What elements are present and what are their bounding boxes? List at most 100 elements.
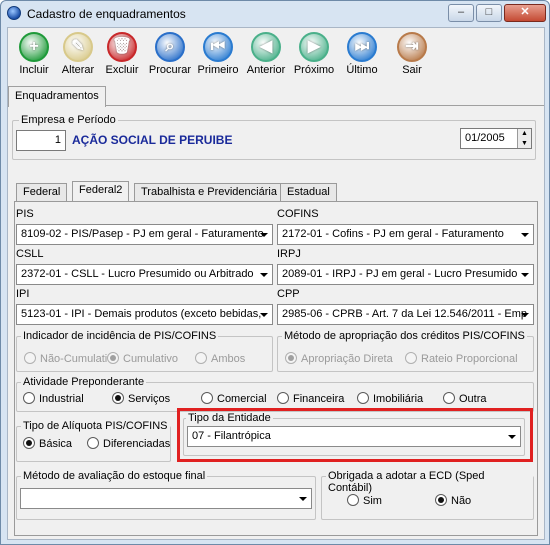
subtab-federal[interactable]: Federal [16, 183, 68, 202]
toolbar-button-6[interactable]: ▶ Próximo [292, 32, 336, 76]
toolbar-button-7[interactable]: ⏭ Último [340, 32, 384, 76]
federal2-panel: PIS 8109-02 - PIS/Pasep - PJ em geral - … [14, 201, 538, 536]
toolbar-button-0[interactable]: + Incluir [12, 32, 56, 76]
exit-door-icon-glyph: ⇥ [405, 38, 419, 55]
radio-button-icon[interactable] [405, 352, 417, 364]
enquadramentos-panel: Empresa e Período 1 AÇÃO SOCIAL DE PERUI… [8, 106, 544, 540]
entidade-label: Tipo da Entidade [186, 412, 273, 424]
toolbar-button-8[interactable]: ⇥ Sair [390, 32, 434, 76]
exit-door-icon[interactable]: ⇥ [397, 32, 427, 62]
radio-label: Ambos [211, 353, 246, 365]
plus-icon[interactable]: + [19, 32, 49, 62]
radio-label: Imobiliária [373, 393, 424, 405]
toolbar-button-3[interactable]: ⌕ Procurar [148, 32, 192, 76]
dropdown-arrow-icon [508, 435, 516, 439]
ecd-option-0[interactable]: Sim [347, 494, 382, 507]
dropdown-arrow-icon [260, 313, 268, 317]
aliquota-option-0[interactable]: Básica [23, 437, 72, 450]
dropdown-arrow-icon [521, 273, 529, 277]
indicador-option-2[interactable]: Ambos [195, 352, 245, 365]
toolbar-label: Incluir [19, 64, 49, 76]
maximize-button[interactable]: □ [476, 4, 502, 22]
title-bar[interactable]: Cadastro de enquadramentos – □ ✕ [1, 1, 549, 27]
spin-up-icon[interactable]: ▲ [518, 129, 531, 139]
irpj-select[interactable]: 2089-01 - IRPJ - PJ em geral - Lucro Pre… [277, 264, 534, 285]
atividade-option-5[interactable]: Outra [443, 392, 487, 405]
empresa-name: AÇÃO SOCIAL DE PERUIBE [72, 133, 233, 147]
federal-subtabs: Federal Federal2 Trabalhista e Previdenc… [14, 181, 538, 202]
indicador-option-0[interactable]: Não-Cumulativo [24, 352, 119, 365]
ipi-select[interactable]: 5123-01 - IPI - Demais produtos (exceto … [16, 304, 273, 325]
radio-button-icon[interactable] [357, 392, 369, 404]
radio-label: Outra [459, 393, 487, 405]
radio-button-icon[interactable] [285, 352, 297, 364]
aliquota-label: Tipo de Alíquota PIS/COFINS [21, 420, 170, 432]
cofins-select[interactable]: 2172-01 - Cofins - PJ em geral - Faturam… [277, 224, 534, 245]
apropriacao-label: Método de apropriação dos créditos PIS/C… [282, 330, 527, 342]
indicador-option-1[interactable]: Cumulativo [107, 352, 178, 365]
pis-select[interactable]: 8109-02 - PIS/Pasep - PJ em geral - Fatu… [16, 224, 273, 245]
metodo_apropriacao-option-0[interactable]: Apropriação Direta [285, 352, 393, 365]
ecd-option-1[interactable]: Não [435, 494, 471, 507]
subtab-federal2[interactable]: Federal2 [72, 181, 130, 202]
csll-label: CSLL [16, 248, 44, 260]
atividade-option-2[interactable]: Comercial [201, 392, 267, 405]
radio-button-icon[interactable] [277, 392, 289, 404]
client-area: + Incluir ✎ Alterar 🗑 Excluir ⌕ Procurar ⏮ Primei… [7, 27, 545, 540]
radio-button-icon[interactable] [347, 494, 359, 506]
radio-button-icon[interactable] [112, 392, 124, 404]
toolbar-button-5[interactable]: ◀ Anterior [244, 32, 288, 76]
dropdown-arrow-icon [521, 313, 529, 317]
atividade-option-1[interactable]: Serviços [112, 392, 170, 405]
radio-button-icon[interactable] [195, 352, 207, 364]
toolbar-button-1[interactable]: ✎ Alterar [56, 32, 100, 76]
atividade-option-4[interactable]: Imobiliária [357, 392, 423, 405]
trash-icon[interactable]: 🗑 [107, 32, 137, 62]
atividade-option-3[interactable]: Financeira [277, 392, 344, 405]
estoque-select[interactable] [20, 488, 312, 509]
pencil-icon[interactable]: ✎ [63, 32, 93, 62]
radio-label: Cumulativo [123, 353, 179, 365]
ecd-label: Obrigada a adotar a ECD (Sped Contábil) [326, 470, 533, 494]
empresa-periodo-label: Empresa e Período [19, 114, 118, 126]
period-spinner[interactable]: ▲ ▼ [517, 129, 531, 148]
radio-button-icon[interactable] [24, 352, 36, 364]
csll-select[interactable]: 2372-01 - CSLL - Lucro Presumido ou Arbi… [16, 264, 273, 285]
radio-button-icon[interactable] [435, 494, 447, 506]
radio-label: Rateio Proporcional [421, 353, 518, 365]
first-record-icon-glyph: ⏮ [210, 38, 226, 55]
period-field[interactable]: 01/2005 ▲ ▼ [460, 128, 532, 149]
close-button[interactable]: ✕ [504, 4, 546, 22]
minimize-button[interactable]: – [448, 4, 474, 22]
subtab-trabalhista[interactable]: Trabalhista e Previdenciária [134, 183, 284, 202]
tab-enquadramentos[interactable]: Enquadramentos [8, 86, 106, 107]
aliquota-option-1[interactable]: Diferenciadas [87, 437, 170, 450]
atividade-option-0[interactable]: Industrial [23, 392, 84, 405]
toolbar-label: Alterar [61, 64, 95, 76]
radio-button-icon[interactable] [443, 392, 455, 404]
radio-button-icon[interactable] [107, 352, 119, 364]
empresa-code-field[interactable]: 1 [16, 130, 66, 151]
entidade-select[interactable]: 07 - Filantrópica [187, 426, 521, 447]
ipi-value: 5123-01 - IPI - Demais produtos (exceto … [21, 308, 262, 320]
radio-button-icon[interactable] [23, 437, 35, 449]
toolbar-button-2[interactable]: 🗑 Excluir [100, 32, 144, 76]
previous-record-icon[interactable]: ◀ [251, 32, 281, 62]
cpp-select[interactable]: 2985-06 - CPRB - Art. 7 da Lei 12.546/20… [277, 304, 534, 325]
last-record-icon[interactable]: ⏭ [347, 32, 377, 62]
magnifier-icon-glyph: ⌕ [165, 38, 175, 55]
radio-button-icon[interactable] [201, 392, 213, 404]
toolbar-button-4[interactable]: ⏮ Primeiro [196, 32, 240, 76]
atividade-label: Atividade Preponderante [21, 376, 147, 388]
magnifier-icon[interactable]: ⌕ [155, 32, 185, 62]
first-record-icon[interactable]: ⏮ [203, 32, 233, 62]
next-record-icon[interactable]: ▶ [299, 32, 329, 62]
metodo_apropriacao-option-1[interactable]: Rateio Proporcional [405, 352, 518, 365]
cofins-label: COFINS [277, 208, 319, 220]
radio-button-icon[interactable] [87, 437, 99, 449]
radio-button-icon[interactable] [23, 392, 35, 404]
main-tabstrip: Enquadramentos [8, 86, 544, 107]
subtab-estadual[interactable]: Estadual [280, 183, 337, 202]
spin-down-icon[interactable]: ▼ [518, 139, 531, 148]
next-record-icon-glyph: ▶ [307, 38, 321, 55]
